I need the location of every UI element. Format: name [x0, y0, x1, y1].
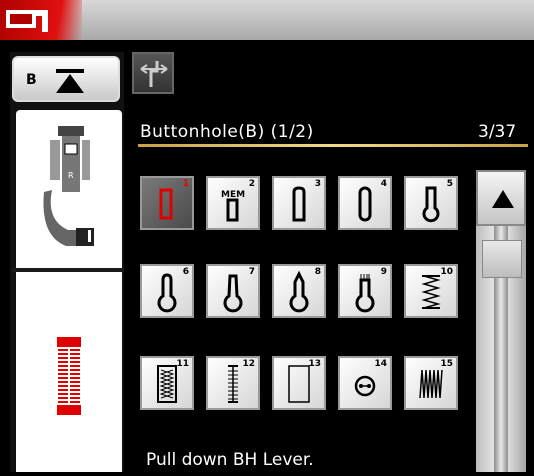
buttonhole-round-icon	[292, 186, 306, 222]
page-counter: 3/37	[478, 122, 517, 142]
status-message: Pull down BH Lever.	[146, 450, 314, 470]
mirror-stitch-icon	[140, 61, 168, 87]
top-bar	[0, 0, 534, 40]
stretch-buttonhole-icon	[157, 365, 177, 403]
lever-down-icon	[56, 69, 84, 93]
svg-text:R: R	[68, 171, 74, 180]
stitch-button-15[interactable]: 15	[404, 356, 458, 410]
stitch-button-9[interactable]: 9	[338, 264, 392, 318]
keyhole-icon	[422, 186, 440, 223]
keyhole-pointed-icon	[289, 270, 309, 313]
buttonhole-round-both-icon	[358, 186, 372, 222]
stitch-button-6[interactable]: 6	[140, 264, 194, 318]
stitch-preview-panel	[16, 272, 122, 472]
buttonhole-square-icon	[159, 188, 173, 220]
stitch-button-13[interactable]: 13	[272, 356, 326, 410]
darning-icon	[419, 369, 443, 399]
stitch-button-10[interactable]: 10	[404, 264, 458, 318]
stitch-button-4[interactable]: 4	[338, 176, 392, 230]
bound-buttonhole-icon	[288, 365, 310, 403]
title-underline	[138, 144, 528, 147]
stitch-button-14[interactable]: 14	[338, 356, 392, 410]
b-lever-tab[interactable]: B	[12, 56, 120, 102]
stitch-scrollbar[interactable]	[476, 170, 526, 472]
sewing-machine-icon	[0, 0, 82, 40]
scroll-thumb[interactable]	[482, 240, 522, 278]
stitch-button-7[interactable]: 7	[206, 264, 260, 318]
stitch-button-11[interactable]: 11	[140, 356, 194, 410]
button-sewing-icon	[354, 375, 376, 397]
presser-foot-view: R	[16, 110, 122, 268]
stitch-button-5[interactable]: 5	[404, 176, 458, 230]
mirror-stitch-button[interactable]	[132, 52, 174, 94]
heirloom-buttonhole-icon	[228, 365, 238, 403]
buttonhole-foot-icon: R	[43, 126, 94, 246]
keyhole-tapered-icon	[223, 274, 243, 313]
buttonhole-stitch-preview-icon	[57, 337, 81, 415]
keyhole-bartack-icon	[355, 274, 375, 313]
buttonhole-memory-icon: MEM	[221, 190, 245, 222]
zigzag-buttonhole-icon	[421, 275, 441, 309]
b-tab-label: B	[26, 72, 37, 88]
stitch-button-2[interactable]: 2 MEM	[206, 176, 260, 230]
stitch-button-8[interactable]: 8	[272, 264, 326, 318]
stitch-button-1[interactable]: 1	[140, 176, 194, 230]
keyhole-round-icon	[157, 273, 177, 313]
stitch-button-3[interactable]: 3	[272, 176, 326, 230]
scroll-up-button[interactable]	[476, 170, 526, 226]
page-title: Buttonhole(B) (1/2)	[140, 122, 314, 142]
stitch-button-12[interactable]: 12	[206, 356, 260, 410]
triangle-up-icon	[492, 190, 514, 208]
